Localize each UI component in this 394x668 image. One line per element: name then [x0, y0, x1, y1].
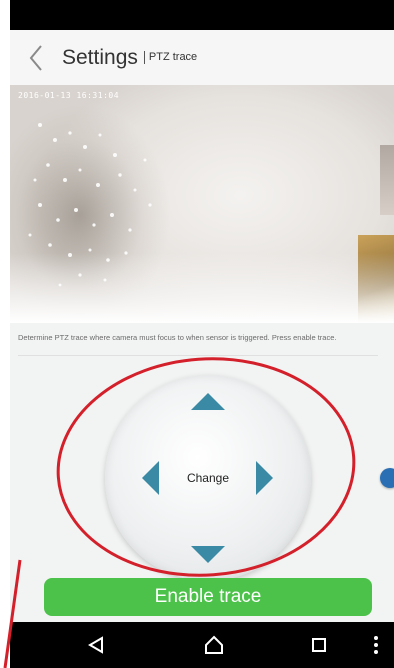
home-icon [205, 635, 223, 654]
app-header: Settings PTZ trace [10, 30, 394, 85]
nav-menu-button[interactable] [366, 622, 386, 668]
vertical-dots-icon [374, 636, 378, 654]
instruction-text: Determine PTZ trace where camera must fo… [18, 333, 337, 342]
page-title: Settings [62, 45, 138, 69]
triangle-back-icon [88, 636, 103, 654]
status-bar [10, 0, 394, 30]
change-button[interactable]: Change [178, 468, 238, 488]
back-button[interactable] [10, 30, 62, 85]
enable-trace-button[interactable]: Enable trace [44, 578, 372, 616]
side-action-button[interactable] [380, 468, 394, 488]
ptz-control-area: Change [10, 360, 394, 581]
phone-screen: Settings PTZ trace 2016-01-13 16:31:04 D… [10, 0, 394, 668]
pan-up-arrow-icon[interactable] [191, 393, 225, 410]
camera-preview: 2016-01-13 16:31:04 [10, 85, 394, 323]
android-nav-bar [10, 622, 394, 668]
pan-left-arrow-icon[interactable] [142, 461, 159, 495]
pan-down-arrow-icon[interactable] [191, 546, 225, 563]
divider [18, 355, 378, 356]
cabinet-edge [380, 145, 394, 215]
camera-timestamp: 2016-01-13 16:31:04 [18, 91, 120, 100]
page-subtitle: PTZ trace [143, 51, 197, 64]
chevron-left-icon [29, 44, 42, 71]
square-recent-icon [312, 638, 326, 652]
nav-back-button[interactable] [76, 622, 116, 668]
pan-right-arrow-icon[interactable] [256, 461, 273, 495]
ptz-joystick[interactable]: Change [105, 375, 311, 581]
nav-home-button[interactable] [194, 622, 234, 668]
nav-recent-button[interactable] [299, 622, 339, 668]
camera-fade [10, 253, 394, 323]
